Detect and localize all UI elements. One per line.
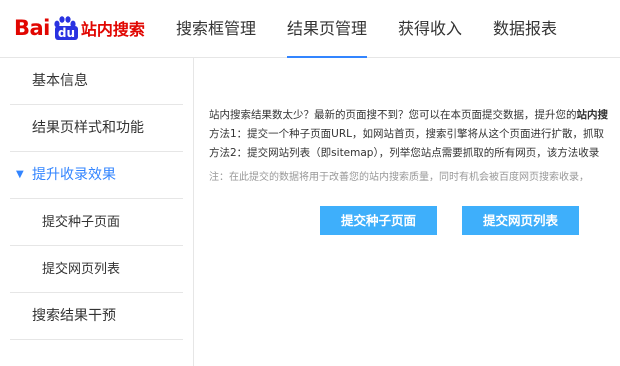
intro-line: 站内搜索结果数太少？最新的页面搜不到？您可以在本页面提交数据，提升您的站内搜 (209, 106, 620, 125)
sidebar-item-label: 提交网页列表 (42, 262, 121, 277)
sidebar: 基本信息 结果页样式和功能 ▼ 提升收录效果 提交种子页面 提交网页列表 搜索结… (0, 58, 194, 366)
intro-bold: 站内搜 (576, 109, 609, 121)
sidebar-item-label: 搜索结果干预 (32, 308, 116, 324)
nav-data-reports[interactable]: 数据报表 (493, 0, 557, 57)
caret-down-icon: ▼ (16, 169, 24, 180)
baidu-logo[interactable]: Bai du 站内搜索 (14, 10, 145, 46)
nav-results-page-manage[interactable]: 结果页管理 (287, 0, 368, 58)
intro-text-block: 站内搜索结果数太少？最新的页面搜不到？您可以在本页面提交数据，提升您的站内搜 方… (209, 106, 620, 163)
method-1-text: 方法1：提交一个种子页面URL，如网站首页，搜索引擎将从这个页面进行扩散，抓取 (209, 128, 605, 140)
sidebar-item-basic-info[interactable]: 基本信息 (10, 58, 183, 105)
sidebar-item-label: 基本信息 (32, 73, 88, 89)
nav-get-income[interactable]: 获得收入 (398, 0, 462, 57)
submit-seed-page-button[interactable]: 提交种子页面 (320, 206, 437, 235)
logo-suffix-text: 站内搜索 (80, 20, 145, 39)
sidebar-item-result-intervention[interactable]: 搜索结果干预 (10, 293, 183, 340)
paw-icon: du (52, 15, 79, 41)
sidebar-item-submit-seed-page[interactable]: 提交种子页面 (10, 199, 183, 246)
intro-plain: 站内搜索结果数太少？最新的页面搜不到？您可以在本页面提交数据，提升您的 (209, 109, 577, 121)
submit-page-list-button[interactable]: 提交网页列表 (462, 206, 579, 235)
sidebar-item-improve-indexing[interactable]: ▼ 提升收录效果 (10, 152, 183, 199)
top-header: Bai du 站内搜索 搜索框管理 结果页管理 获得收入 数据报表 (0, 0, 620, 58)
sidebar-item-label: 提升收录效果 (32, 167, 116, 183)
method-2-text: 方法2：提交网站列表（即sitemap），列举您站点需要抓取的所有网页，该方法收… (209, 147, 600, 159)
sidebar-item-label: 结果页样式和功能 (32, 120, 144, 136)
nav-search-box-manage[interactable]: 搜索框管理 (176, 0, 256, 57)
sidebar-item-label: 提交种子页面 (42, 215, 121, 230)
logo-du-text: du (54, 26, 79, 40)
logo-bai-text: Bai (14, 16, 50, 40)
sidebar-item-submit-page-list[interactable]: 提交网页列表 (10, 246, 183, 293)
note-text: 注：在此提交的数据将用于改善您的站内搜索质量，同时有机会被百度网页搜索收录， (209, 172, 589, 183)
sidebar-item-style-function[interactable]: 结果页样式和功能 (10, 105, 183, 152)
main-content: 站内搜索结果数太少？最新的页面搜不到？您可以在本页面提交数据，提升您的站内搜 方… (194, 58, 620, 366)
top-nav: 搜索框管理 结果页管理 获得收入 数据报表 (176, 0, 588, 58)
